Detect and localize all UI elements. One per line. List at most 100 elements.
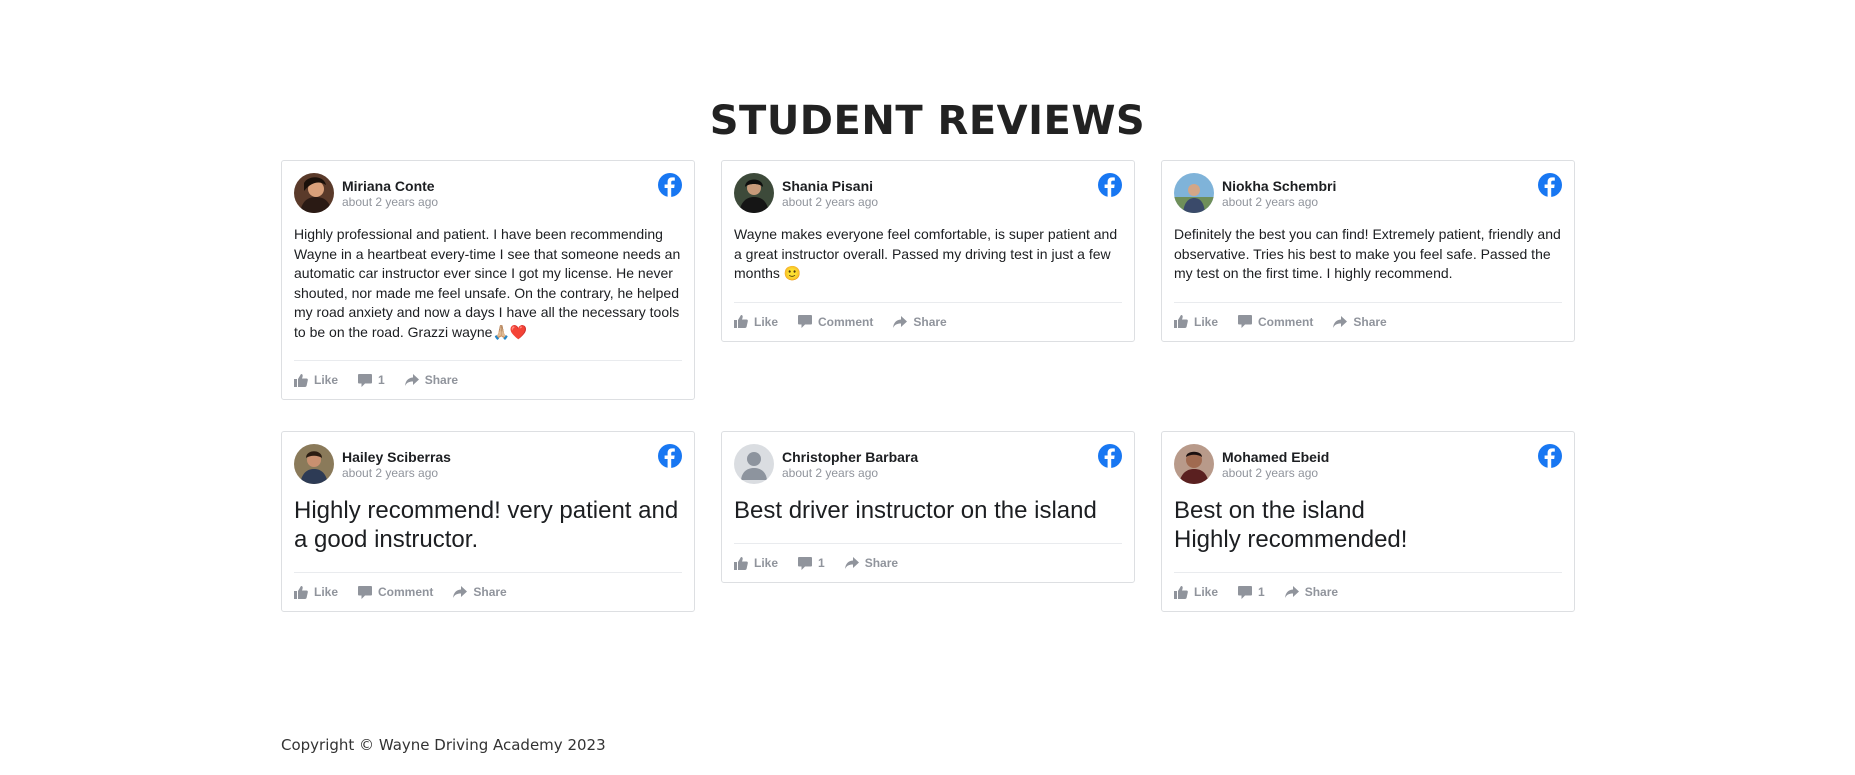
like-button[interactable]: Like <box>294 373 338 387</box>
share-button[interactable]: Share <box>453 585 507 599</box>
comment-button[interactable]: 1 <box>798 556 825 570</box>
review-card: Shania Pisani about 2 years ago Wayne ma… <box>721 160 1135 342</box>
facebook-icon[interactable] <box>658 173 682 197</box>
review-time[interactable]: about 2 years ago <box>782 466 878 480</box>
comment-button[interactable]: Comment <box>798 315 873 329</box>
share-label: Share <box>424 373 459 387</box>
review-card: Niokha Schembri about 2 years ago Defini… <box>1161 160 1575 342</box>
review-header: Mohamed Ebeid about 2 years ago <box>1174 444 1562 484</box>
review-header: Miriana Conte about 2 years ago <box>294 173 682 213</box>
share-label: Share <box>913 314 947 329</box>
review-text: Definitely the best you can find! Extrem… <box>1174 226 1561 281</box>
review-header: Niokha Schembri about 2 years ago <box>1174 173 1562 213</box>
share-label: Share <box>473 585 507 599</box>
like-button[interactable]: Like <box>1174 585 1218 599</box>
review-author[interactable]: Hailey Sciberras <box>342 449 451 465</box>
facebook-icon[interactable] <box>1098 173 1122 197</box>
avatar[interactable] <box>734 444 774 484</box>
avatar[interactable] <box>1174 444 1214 484</box>
review-author[interactable]: Shania Pisani <box>782 178 873 194</box>
review-header: Christopher Barbara about 2 years ago <box>734 444 1122 484</box>
review-text: Best on the island Highly recommended! <box>1174 497 1408 553</box>
avatar[interactable] <box>1174 173 1214 213</box>
share-icon <box>1333 315 1348 328</box>
like-button[interactable]: Like <box>1174 315 1218 329</box>
review-time[interactable]: about 2 years ago <box>342 195 438 209</box>
review-author[interactable]: Miriana Conte <box>342 178 435 194</box>
review-card: Mohamed Ebeid about 2 years ago Best on … <box>1161 431 1575 612</box>
comment-button[interactable]: 1 <box>1238 585 1265 599</box>
review-header: Shania Pisani about 2 years ago <box>734 173 1122 213</box>
review-card: Hailey Sciberras about 2 years ago Highl… <box>281 431 695 612</box>
facebook-icon[interactable] <box>1538 173 1562 197</box>
share-button[interactable]: Share <box>1284 585 1339 599</box>
review-actions: Like Comment Share <box>734 301 1122 341</box>
review-actions: Like Comment Share <box>294 572 682 611</box>
thumbs-up-icon <box>294 585 308 599</box>
default-avatar-icon <box>734 444 774 484</box>
user-photo-icon <box>1174 173 1214 213</box>
comment-icon <box>798 315 813 328</box>
thumbs-up-icon <box>734 556 748 570</box>
comment-icon <box>1238 585 1253 599</box>
thumbs-up-icon <box>1174 315 1188 328</box>
user-photo-icon <box>294 173 334 213</box>
like-label: Like <box>754 314 779 329</box>
comment-button[interactable]: Comment <box>358 585 433 599</box>
share-icon <box>844 557 859 569</box>
review-text: Highly recommend! very patient and a goo… <box>294 497 679 553</box>
like-button[interactable]: Like <box>734 315 778 329</box>
review-time[interactable]: about 2 years ago <box>1222 195 1318 209</box>
like-label: Like <box>314 585 339 599</box>
share-label: Share <box>864 556 899 570</box>
like-label: Like <box>1194 585 1219 599</box>
review-actions: Like Comment Share <box>1174 301 1562 341</box>
review-header: Hailey Sciberras about 2 years ago <box>294 444 682 484</box>
share-button[interactable]: Share <box>844 556 899 570</box>
like-button[interactable]: Like <box>294 585 338 599</box>
review-author[interactable]: Mohamed Ebeid <box>1222 449 1329 465</box>
comment-label: Comment <box>1258 314 1314 329</box>
comment-button[interactable]: 1 <box>358 373 385 387</box>
thumbs-up-icon <box>734 315 748 328</box>
share-icon <box>453 586 468 598</box>
comment-label: Comment <box>378 585 434 599</box>
user-photo-icon <box>734 173 774 213</box>
review-time[interactable]: about 2 years ago <box>1222 466 1318 480</box>
like-label: Like <box>754 556 779 570</box>
review-text: Wayne makes everyone feel comfortable, i… <box>734 226 1118 281</box>
review-actions: Like 1 Share <box>294 360 682 399</box>
review-actions: Like 1 Share <box>734 543 1122 582</box>
review-author[interactable]: Christopher Barbara <box>782 449 918 465</box>
thumbs-up-icon <box>1174 585 1188 599</box>
review-text: Highly professional and patient. I have … <box>294 226 681 340</box>
comment-button[interactable]: Comment <box>1238 315 1313 329</box>
comment-label: 1 <box>378 373 385 387</box>
share-button[interactable]: Share <box>404 373 459 387</box>
share-label: Share <box>1304 585 1339 599</box>
page-title: STUDENT REVIEWS <box>709 98 1146 144</box>
avatar[interactable] <box>294 173 334 213</box>
review-time[interactable]: about 2 years ago <box>342 466 438 480</box>
user-photo-icon <box>1174 444 1214 484</box>
share-button[interactable]: Share <box>893 314 947 329</box>
share-button[interactable]: Share <box>1333 315 1387 329</box>
avatar[interactable] <box>734 173 774 213</box>
review-time[interactable]: about 2 years ago <box>782 195 878 209</box>
user-photo-icon <box>294 444 334 484</box>
avatar[interactable] <box>294 444 334 484</box>
review-card: Christopher Barbara about 2 years ago Be… <box>721 431 1135 583</box>
review-author[interactable]: Niokha Schembri <box>1222 178 1336 194</box>
comment-icon <box>1238 315 1253 328</box>
thumbs-up-icon <box>294 373 308 387</box>
facebook-icon[interactable] <box>1098 444 1122 468</box>
like-button[interactable]: Like <box>734 556 778 570</box>
comment-label: 1 <box>1258 585 1265 599</box>
facebook-icon[interactable] <box>658 444 682 468</box>
comment-icon <box>798 556 813 570</box>
review-card: Miriana Conte about 2 years ago Highly p… <box>281 160 695 400</box>
facebook-icon[interactable] <box>1538 444 1562 468</box>
like-label: Like <box>1194 314 1219 329</box>
comment-icon <box>358 585 373 599</box>
comment-label: Comment <box>818 314 874 329</box>
